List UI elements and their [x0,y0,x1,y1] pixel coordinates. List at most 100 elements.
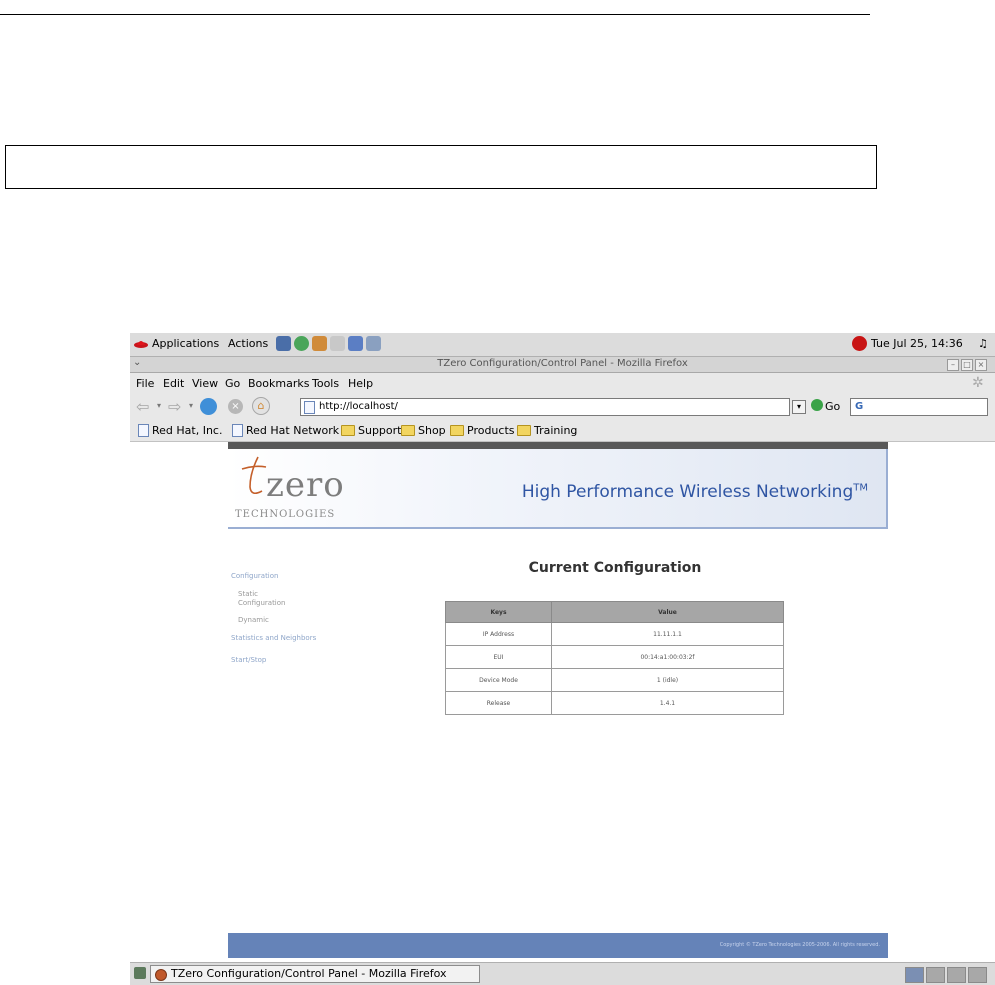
table-row: IP Address 11.11.1.1 [445,622,784,646]
search-engine-icon[interactable]: G [855,401,863,412]
page-content: zero TECHNOLOGIES High Performance Wirel… [130,442,995,962]
table-key-cell: Release [445,691,552,715]
stop-icon[interactable]: × [228,399,243,414]
menu-view[interactable]: View [192,377,218,390]
back-dropdown-icon[interactable]: ▾ [157,401,161,410]
bookmark-red-hat-network[interactable]: Red Hat Network [232,424,339,437]
home-launcher-icon[interactable] [276,336,291,351]
minimize-button[interactable]: – [947,359,959,371]
show-desktop-icon[interactable] [134,967,146,979]
update-alert-icon[interactable] [852,336,867,351]
table-key-cell: EUI [445,645,552,669]
url-text: http://localhost/ [319,401,398,412]
firefox-icon [155,969,167,981]
bookmarks-toolbar: Red Hat, Inc. Red Hat Network Support Sh… [130,421,995,442]
navigation-toolbar: ⇦ ▾ ⇨ ▾ × ⌂ http://localhost/ ▾ Go G [130,394,995,420]
workspace-4[interactable] [968,967,987,983]
bookmark-label: Shop [418,424,446,437]
folder-icon [450,425,464,436]
maximize-button[interactable]: □ [961,359,973,371]
menu-bookmarks[interactable]: Bookmarks [248,377,309,390]
throbber-icon: ✲ [972,375,984,391]
clock[interactable]: Tue Jul 25, 14:36 [871,337,963,350]
site-banner: zero TECHNOLOGIES High Performance Wirel… [228,449,888,529]
menu-bar: File Edit View Go Bookmarks Tools Help ✲ [130,373,995,393]
column-header-value: Value [551,601,784,623]
menu-file[interactable]: File [136,377,154,390]
search-input[interactable]: G [850,398,988,416]
bookmark-label: Training [534,424,578,437]
bookmark-folder-products[interactable]: Products [450,424,515,437]
table-value-cell: 00:14:a1:00:03:2f [551,645,784,669]
folder-icon [517,425,531,436]
table-value-cell: 1.4.1 [551,691,784,715]
configuration-table: Keys Value IP Address 11.11.1.1 EUI 00:1… [445,601,784,715]
window-titlebar[interactable]: ⌄ TZero Configuration/Control Panel - Mo… [130,357,995,373]
table-row: Device Mode 1 (idle) [445,668,784,692]
actions-menu[interactable]: Actions [228,337,268,350]
back-arrow-icon[interactable]: ⇦ [136,397,149,416]
close-button[interactable]: × [975,359,987,371]
workspace-3[interactable] [947,967,966,983]
bookmark-label: Support [358,424,402,437]
document-empty-box [5,145,877,189]
bookmark-red-hat-inc[interactable]: Red Hat, Inc. [138,424,222,437]
nav-statistics-neighbors[interactable]: Statistics and Neighbors [231,634,316,642]
table-value-cell: 11.11.1.1 [551,622,784,646]
bookmark-folder-shop[interactable]: Shop [401,424,446,437]
folder-icon [401,425,415,436]
table-key-cell: IP Address [445,622,552,646]
logo-subtitle: TECHNOLOGIES [235,509,336,520]
taskbar-button-firefox[interactable]: TZero Configuration/Control Panel - Mozi… [150,965,480,983]
url-history-dropdown[interactable]: ▾ [792,400,806,414]
screenshot: Applications Actions Tue Jul 25, 14:36 ♫… [130,333,995,985]
site-top-bar [228,442,888,449]
menu-go[interactable]: Go [225,377,240,390]
workspace-1[interactable] [905,967,924,983]
home-icon[interactable]: ⌂ [252,397,270,415]
page-title: Current Configuration [528,560,702,576]
forward-arrow-icon[interactable]: ⇨ [168,397,181,416]
top-panel: Applications Actions Tue Jul 25, 14:36 ♫ [130,333,995,357]
page-icon [304,401,315,414]
spreadsheet-launcher-icon[interactable] [366,336,381,351]
menu-edit[interactable]: Edit [163,377,184,390]
bookmark-folder-training[interactable]: Training [517,424,577,437]
bookmark-label: Red Hat, Inc. [152,424,223,437]
site-footer: Copyright © TZero Technologies 2005-2006… [228,933,888,958]
go-icon[interactable] [811,399,823,411]
reload-icon[interactable] [200,398,217,415]
redhat-hat-icon[interactable] [134,338,148,348]
workspace-2[interactable] [926,967,945,983]
taskbar-label: TZero Configuration/Control Panel - Mozi… [171,967,447,980]
window-title: TZero Configuration/Control Panel - Mozi… [437,358,688,369]
folder-icon [341,425,355,436]
logo-wordmark: zero [266,465,345,505]
url-input[interactable]: http://localhost/ [300,398,790,416]
forward-dropdown-icon[interactable]: ▾ [189,401,193,410]
volume-icon[interactable]: ♫ [978,337,988,350]
page-icon [232,424,243,437]
applications-menu[interactable]: Applications [152,337,219,350]
page-icon [138,424,149,437]
writer-launcher-icon[interactable] [330,336,345,351]
bookmark-label: Products [467,424,515,437]
nav-configuration[interactable]: Configuration [231,572,278,580]
nav-start-stop[interactable]: Start/Stop [231,656,266,664]
nav-static[interactable]: Static [238,590,258,598]
presentation-launcher-icon[interactable] [348,336,363,351]
nav-static-configuration[interactable]: Configuration [238,599,285,607]
mail-launcher-icon[interactable] [312,336,327,351]
nav-dynamic[interactable]: Dynamic [238,616,269,624]
bookmark-folder-support[interactable]: Support [341,424,401,437]
column-header-keys: Keys [445,601,552,623]
menu-tools[interactable]: Tools [312,377,339,390]
table-row: EUI 00:14:a1:00:03:2f [445,645,784,669]
go-button[interactable]: Go [825,400,840,413]
table-key-cell: Device Mode [445,668,552,692]
menu-help[interactable]: Help [348,377,373,390]
table-value-cell: 1 (idle) [551,668,784,692]
bookmark-label: Red Hat Network [246,424,340,437]
bottom-panel: TZero Configuration/Control Panel - Mozi… [130,962,995,985]
web-browser-launcher-icon[interactable] [294,336,309,351]
